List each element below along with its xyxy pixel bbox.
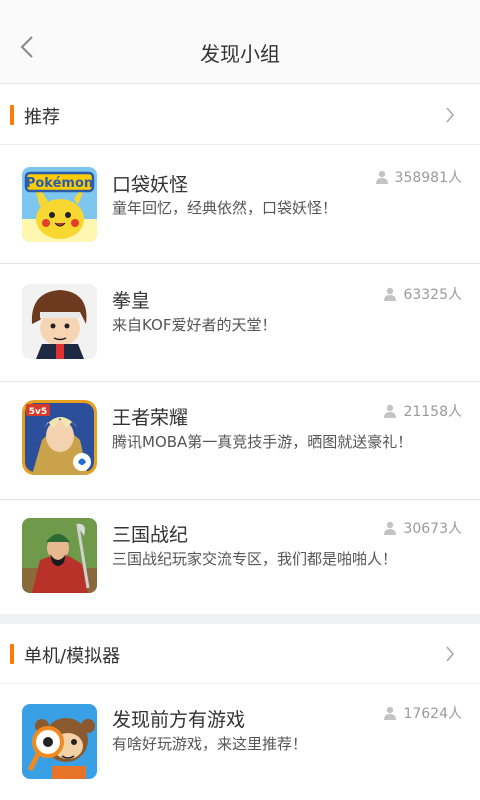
section-title: 单机/模拟器 (24, 646, 121, 667)
member-count: 17624人 (383, 703, 462, 723)
group-title: 王者荣耀 (112, 407, 189, 429)
svg-text:Pokémon: Pokémon (26, 176, 93, 191)
member-count-label: 358981人 (394, 170, 462, 186)
member-count: 358981人 (375, 167, 462, 187)
section-header-standalone-emulator[interactable]: 单机/模拟器 (0, 624, 480, 684)
section-accent-bar (10, 644, 14, 664)
group-description: 童年回忆，经典依然，口袋妖怪！ (112, 199, 338, 217)
section-separator (0, 614, 480, 624)
monkey-magnifier-thumbnail (22, 704, 97, 779)
section-header-recommended[interactable]: 推荐 (0, 85, 480, 145)
group-row-pokemon[interactable]: Pokémon 口袋妖怪 童年回忆，经典依然，口袋妖怪！ 358981人 (0, 146, 480, 264)
group-row-kof[interactable]: 拳皇 来自KOF爱好者的天堂！ 63325人 (0, 264, 480, 382)
honor-of-kings-thumbnail: 5v5 (22, 400, 97, 475)
member-count: 21158人 (383, 401, 462, 421)
person-icon (384, 706, 397, 720)
kof-thumbnail (22, 284, 97, 359)
chevron-right-icon[interactable] (440, 105, 460, 125)
member-count-label: 30673人 (403, 521, 462, 537)
three-kingdoms-thumbnail (22, 518, 97, 593)
person-icon (384, 287, 397, 301)
person-icon (384, 404, 397, 418)
group-description: 腾讯MOBA第一真竞技手游，晒图就送豪礼！ (112, 433, 413, 451)
group-description: 有啥好玩游戏，来这里推荐！ (112, 735, 308, 753)
group-title: 三国战纪 (112, 524, 189, 546)
member-count: 30673人 (383, 518, 462, 538)
group-row-discover-games[interactable]: 发现前方有游戏 有啥好玩游戏，来这里推荐！ 17624人 (0, 685, 480, 800)
group-row-honor-of-kings[interactable]: 5v5 王者荣耀 腾讯MOBA第一真竞技手游，晒图就送豪礼！ 21158人 (0, 382, 480, 500)
section-accent-bar (10, 105, 14, 125)
section-title: 推荐 (24, 107, 60, 128)
member-count-label: 63325人 (403, 287, 462, 303)
member-count-label: 17624人 (403, 706, 462, 722)
pokemon-thumbnail: Pokémon (22, 167, 97, 242)
group-row-three-kingdoms[interactable]: 三国战纪 三国战纪玩家交流专区，我们都是啪啪人！ 30673人 (0, 500, 480, 618)
member-count-label: 21158人 (403, 404, 462, 420)
page-title: 发现小组 (200, 42, 280, 66)
person-icon (384, 521, 397, 535)
group-title: 拳皇 (112, 290, 151, 312)
member-count: 63325人 (383, 284, 462, 304)
top-bar: 发现小组 (0, 0, 480, 84)
svg-text:5v5: 5v5 (29, 407, 47, 417)
group-title: 口袋妖怪 (112, 174, 189, 196)
chevron-right-icon[interactable] (440, 644, 460, 664)
group-description: 来自KOF爱好者的天堂！ (112, 316, 277, 334)
person-icon (375, 170, 388, 184)
group-title: 发现前方有游戏 (112, 709, 246, 731)
group-description: 三国战纪玩家交流专区，我们都是啪啪人！ (112, 550, 398, 568)
